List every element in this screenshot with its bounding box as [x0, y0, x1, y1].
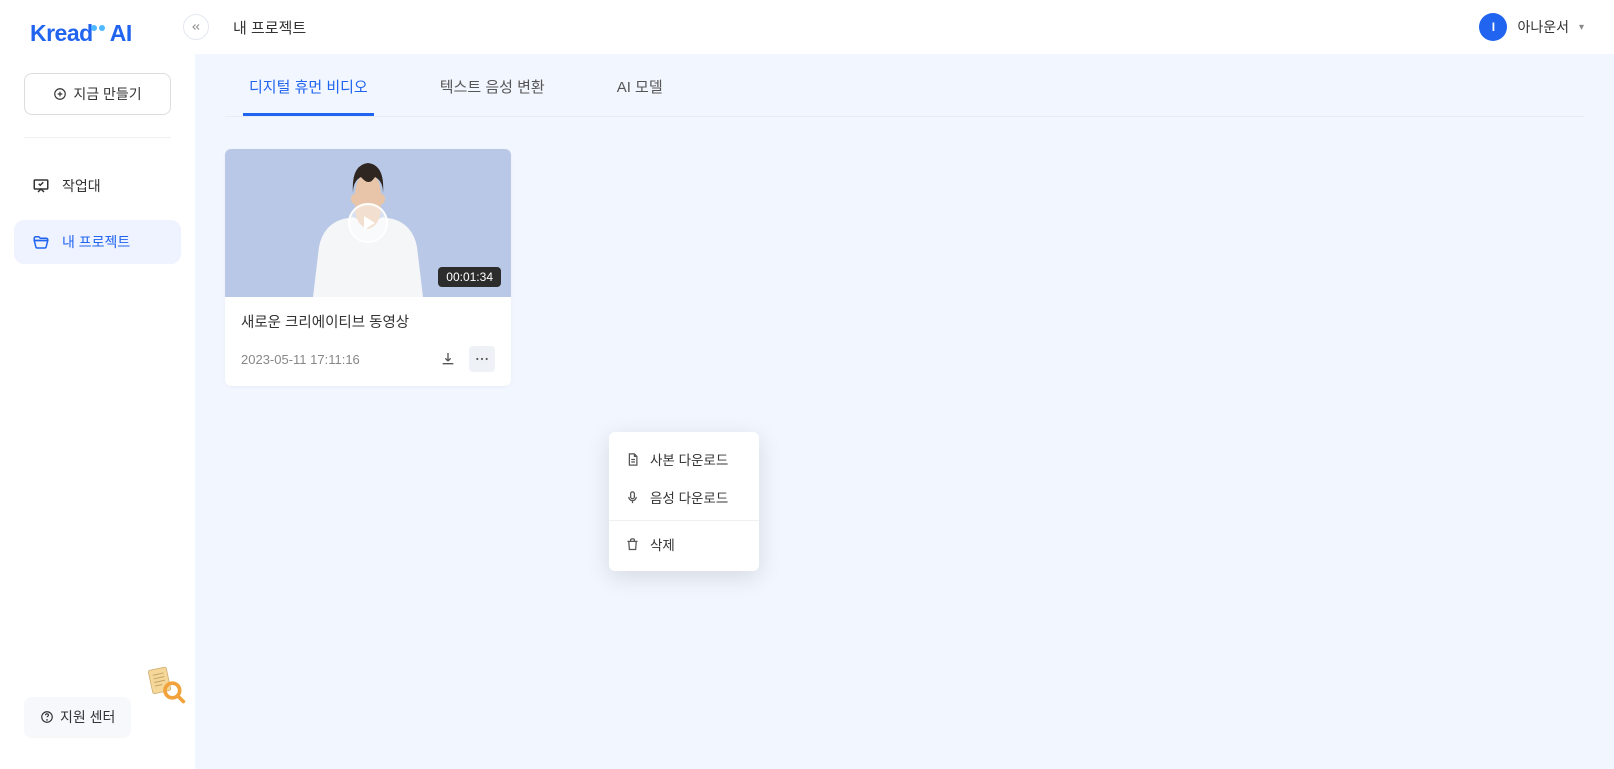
main: 내 프로젝트 I 아나운서 ▾ 디지털 휴먼 비디오 텍스트 음성 변환 AI …: [195, 0, 1614, 769]
tab-text-to-speech[interactable]: 텍스트 음성 변환: [434, 76, 551, 116]
tabs: 디지털 휴먼 비디오 텍스트 음성 변환 AI 모델: [225, 54, 1584, 117]
project-title: 새로운 크리에이티브 동영상: [241, 311, 495, 332]
menu-item-copy-download[interactable]: 사본 다운로드: [609, 440, 759, 478]
page-title: 내 프로젝트: [233, 17, 306, 38]
collapse-sidebar-button[interactable]: [183, 14, 209, 40]
tab-label: 디지털 휴먼 비디오: [249, 79, 368, 96]
tab-digital-human-video[interactable]: 디지털 휴먼 비디오: [243, 76, 374, 116]
create-button-label: 지금 만들기: [73, 84, 141, 104]
sidebar-item-label: 작업대: [62, 176, 101, 196]
sidebar: Kread AI 지금 만들기 작업대 내 프로젝트: [0, 0, 195, 769]
document-icon: [625, 452, 640, 467]
menu-item-label: 음성 다운로드: [650, 487, 728, 507]
tab-label: 텍스트 음성 변환: [440, 79, 545, 96]
support-center-label: 지원 센터: [60, 707, 115, 727]
project-thumbnail: 00:01:34: [225, 149, 511, 297]
sidebar-item-label: 내 프로젝트: [62, 232, 130, 252]
menu-item-label: 사본 다운로드: [650, 449, 728, 469]
avatar: I: [1479, 13, 1507, 41]
user-menu[interactable]: I 아나운서 ▾: [1479, 13, 1594, 41]
tab-ai-model[interactable]: AI 모델: [611, 76, 669, 116]
menu-item-delete[interactable]: 삭제: [609, 525, 759, 563]
logo-dots-icon: [91, 10, 105, 37]
topbar: 내 프로젝트 I 아나운서 ▾: [195, 0, 1614, 54]
project-date: 2023-05-11 17:11:16: [241, 352, 427, 367]
download-icon: [440, 351, 456, 367]
context-menu: 사본 다운로드 음성 다운로드 삭제: [609, 432, 759, 571]
trash-icon: [625, 537, 640, 552]
menu-separator: [609, 520, 759, 521]
divider: [24, 137, 171, 138]
project-grid: 00:01:34 새로운 크리에이티브 동영상 2023-05-11 17:11…: [225, 117, 1584, 418]
sidebar-item-workbench[interactable]: 작업대: [14, 164, 181, 208]
tab-label: AI 모델: [617, 79, 663, 96]
user-name: 아나운서: [1517, 17, 1569, 37]
logo-word-ai: AI: [110, 20, 132, 46]
duration-badge: 00:01:34: [438, 267, 501, 287]
content: 디지털 휴먼 비디오 텍스트 음성 변환 AI 모델: [195, 54, 1614, 769]
support-center-button[interactable]: 지원 센터: [24, 697, 131, 737]
chevron-double-left-icon: [190, 21, 202, 33]
microphone-icon: [625, 490, 640, 505]
create-button[interactable]: 지금 만들기: [24, 73, 171, 115]
sidebar-nav: 작업대 내 프로젝트: [0, 146, 195, 276]
more-menu-button[interactable]: [469, 346, 495, 372]
menu-item-label: 삭제: [650, 534, 675, 554]
dots-horizontal-icon: [474, 351, 490, 367]
folder-open-icon: [32, 233, 50, 251]
question-circle-icon: [40, 710, 54, 724]
logo: Kread AI: [0, 14, 195, 65]
play-button[interactable]: [348, 203, 388, 243]
logo-word-kread: Kread: [30, 20, 93, 46]
sidebar-item-my-projects[interactable]: 내 프로젝트: [14, 220, 181, 264]
download-button[interactable]: [435, 346, 461, 372]
plus-circle-icon: [53, 87, 67, 101]
menu-item-voice-download[interactable]: 음성 다운로드: [609, 478, 759, 516]
project-card[interactable]: 00:01:34 새로운 크리에이티브 동영상 2023-05-11 17:11…: [225, 149, 511, 386]
chevron-down-icon: ▾: [1579, 22, 1584, 33]
presentation-icon: [32, 177, 50, 195]
mascot-icon: [143, 663, 187, 707]
